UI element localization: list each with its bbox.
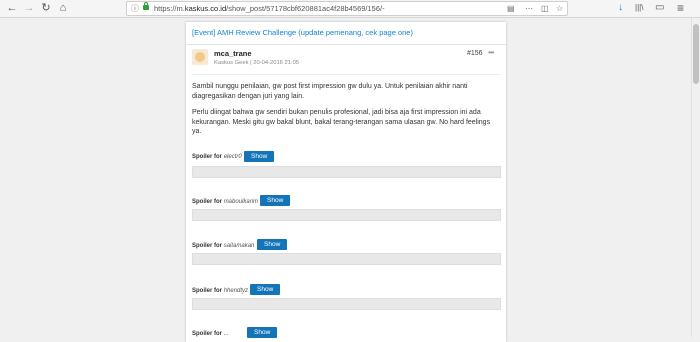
- page-scrollbar[interactable]: [691, 18, 700, 337]
- thread-title-link[interactable]: [Event] AMH Review Challenge (update pem…: [192, 28, 500, 38]
- library-icon[interactable]: |||\: [635, 1, 643, 15]
- spoiler-show-button[interactable]: Show: [247, 327, 278, 338]
- post-paragraph-1: Sambil nunggu penilaian, gw post first i…: [192, 83, 468, 100]
- bookmark-star-icon[interactable]: ☆: [556, 2, 563, 15]
- spoiler-show-button[interactable]: Show: [250, 284, 281, 295]
- spoiler-content: [192, 209, 501, 221]
- divider: [186, 44, 506, 45]
- spoiler-content: [192, 298, 501, 310]
- scrollbar-thumb[interactable]: [693, 24, 699, 84]
- pocket-icon[interactable]: ◫: [541, 2, 549, 15]
- forward-arrow-icon[interactable]: →: [22, 1, 36, 15]
- spoiler-label: Spoiler for ...: [192, 331, 229, 337]
- spoiler-show-button[interactable]: Show: [257, 239, 288, 250]
- spoiler-show-button[interactable]: Show: [244, 151, 275, 162]
- post-date: 20-04-2016 21:05: [253, 60, 300, 66]
- site-info-icon[interactable]: ⓘ: [131, 2, 139, 15]
- spoiler-content: [192, 253, 501, 265]
- secure-lock-icon: [143, 2, 149, 10]
- sidebar-icon[interactable]: ▭: [655, 1, 664, 15]
- avatar[interactable]: [192, 49, 208, 65]
- post-meta: Kaskus Geek | 20-04-2016 21:05: [214, 60, 299, 66]
- browser-toolbar: ← → ↻ ⌂ ⓘ https://m.kaskus.co.id/show_po…: [0, 0, 700, 18]
- home-icon[interactable]: ⌂: [56, 1, 70, 15]
- spoiler-label: Spoiler for saitamakan: [192, 243, 255, 249]
- username-link[interactable]: mca_trane: [214, 49, 252, 58]
- menu-dots-icon[interactable]: ⋯: [525, 2, 533, 15]
- reload-icon[interactable]: ↻: [39, 1, 53, 15]
- reader-view-icon[interactable]: ▤: [507, 2, 515, 15]
- spoiler-content: [192, 166, 501, 178]
- post-card: [Event] AMH Review Challenge (update pem…: [186, 22, 506, 342]
- back-arrow-icon[interactable]: ←: [5, 1, 19, 15]
- hamburger-menu-icon[interactable]: ≡: [677, 1, 684, 15]
- post-paragraph-2: Perlu diingat bahwa gw sendiri bukan pen…: [192, 109, 491, 136]
- user-rank: Kaskus Geek: [214, 60, 249, 66]
- url-text[interactable]: https://m.kaskus.co.id/show_post/57178cb…: [154, 2, 385, 15]
- address-bar[interactable]: ⓘ https://m.kaskus.co.id/show_post/57178…: [126, 1, 568, 16]
- more-options-icon[interactable]: •••: [488, 48, 494, 57]
- download-icon[interactable]: ↓: [618, 1, 623, 15]
- spoiler-label: Spoiler for hhendtyz: [192, 288, 249, 294]
- spoiler-label: Spoiler for maboulkarim: [192, 199, 259, 205]
- spoiler-label: Spoiler for electr0: [192, 154, 242, 160]
- post-number[interactable]: #156: [467, 50, 483, 57]
- divider: [192, 74, 500, 75]
- meta-separator: |: [250, 60, 252, 66]
- spoiler-show-button[interactable]: Show: [260, 195, 291, 206]
